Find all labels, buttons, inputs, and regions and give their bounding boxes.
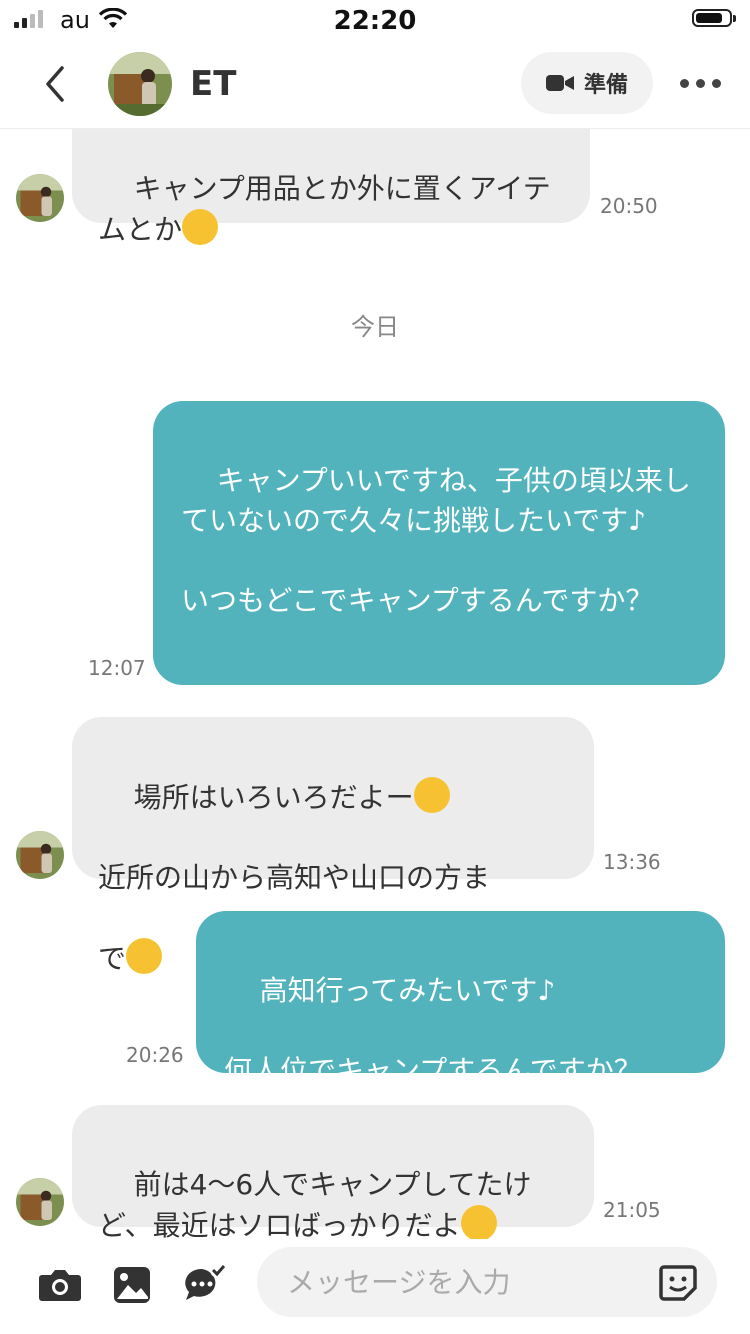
message-text: キャンプ用品とか外に置くアイテムとか [98, 172, 551, 246]
video-camera-icon [545, 75, 574, 91]
message-time: 12:07 [88, 656, 146, 680]
smiling-emoji-icon [413, 777, 450, 813]
more-dots-icon[interactable] [680, 70, 724, 96]
avatar[interactable] [16, 1178, 64, 1226]
contact-name: ET [190, 64, 237, 104]
incoming-message[interactable]: 前は4〜6人でキャンプしてたけど、最近はソロばっかりだよ [72, 1105, 594, 1239]
incoming-message[interactable]: キャンプ用品とか外に置くアイテムとか [72, 129, 590, 246]
camera-icon[interactable] [36, 1261, 84, 1309]
message-text: 高知行ってみたいです♪ 何人位でキャンプするんですか？ [224, 974, 642, 1087]
message-time: 13:36 [603, 850, 661, 874]
day-separator: 今日 [351, 313, 399, 341]
message-time: 20:26 [126, 1043, 184, 1067]
image-icon[interactable] [108, 1261, 156, 1309]
sticker-icon[interactable] [658, 1263, 698, 1303]
input-bar [0, 1239, 750, 1334]
incoming-message[interactable]: 場所はいろいろだよー 近所の山から高知や山口の方ま で [72, 717, 594, 975]
back-chevron-icon[interactable] [36, 62, 76, 106]
message-input[interactable] [257, 1247, 717, 1317]
message-time: 20:50 [600, 194, 658, 218]
outgoing-message[interactable]: キャンプいいですね、子供の頃以来していないので久々に挑戦したいです♪ いつもどこ… [153, 401, 725, 685]
status-bar: au 22:20 [0, 0, 750, 40]
message-list[interactable]: キャンプ用品とか外に置くアイテムとか 20:50 今日 12:07 キャンプいい… [0, 129, 750, 1239]
message-text: 近所の山から高知や山口の方ま [98, 861, 491, 894]
outgoing-message[interactable]: 高知行ってみたいです♪ 何人位でキャンプするんですか？ [196, 911, 725, 1087]
battery-icon [692, 9, 736, 27]
chat-header: ET 準備 [0, 40, 750, 129]
chat-check-icon[interactable] [180, 1261, 228, 1309]
message-text: キャンプいいですね、子供の頃以来していないので久々に挑戦したいです♪ いつもどこ… [181, 464, 691, 617]
message-text: 場所はいろいろだよー [133, 781, 414, 814]
avatar[interactable] [16, 831, 64, 879]
video-call-label: 準備 [583, 73, 628, 98]
video-call-button[interactable]: 準備 [521, 52, 653, 114]
avatar[interactable] [16, 174, 64, 222]
laughing-emoji-icon [460, 1205, 497, 1239]
avatar[interactable] [108, 52, 172, 116]
grinning-emoji-icon [182, 209, 219, 245]
message-time: 21:05 [603, 1198, 661, 1222]
status-time: 22:20 [333, 6, 417, 36]
message-text: で [98, 942, 127, 975]
grinning-emoji-icon [126, 938, 163, 974]
